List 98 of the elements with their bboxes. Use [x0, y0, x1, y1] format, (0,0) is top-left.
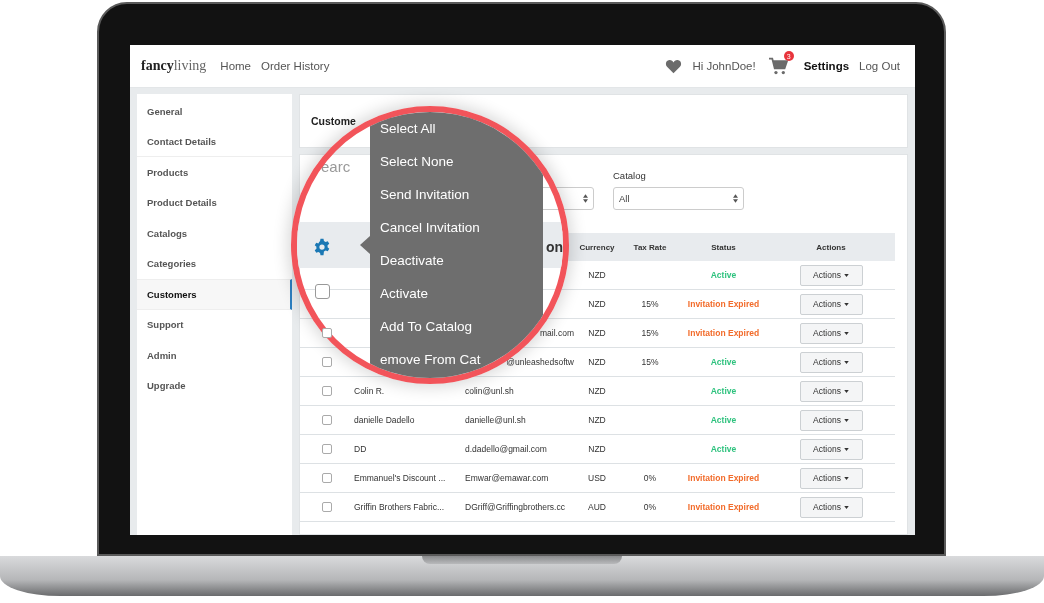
menu-item[interactable]: emove From Cat [380, 345, 481, 378]
column-header: Status [710, 242, 737, 252]
actions-button[interactable]: Actions [799, 438, 863, 460]
row-checkbox[interactable] [322, 444, 332, 454]
filter-label: Catalog [613, 170, 647, 181]
select-all-checkbox[interactable] [315, 284, 330, 299]
row-checkbox[interactable] [322, 502, 332, 512]
sidebar-item[interactable]: Products [137, 157, 292, 188]
table-cell: Colin R. [354, 386, 385, 396]
column-header: Tax Rate [632, 242, 668, 252]
actions-button[interactable]: Actions [799, 380, 863, 402]
status-text: Invitation Expired [687, 473, 760, 483]
actions-button[interactable]: Actions [799, 496, 863, 518]
status-text: Invitation Expired [687, 502, 760, 512]
sidebar-item[interactable]: Catalogs [137, 218, 292, 249]
menu-item[interactable]: Activate [380, 279, 429, 312]
row-checkbox[interactable] [322, 473, 332, 483]
greeting-text: Hi JohnDoe! [692, 60, 756, 72]
logout-link[interactable]: Log Out [859, 60, 900, 72]
row-checkbox[interactable] [322, 328, 332, 338]
menu-item[interactable]: Select None [380, 147, 454, 180]
sidebar-item[interactable]: Customers [137, 279, 292, 310]
actions-button[interactable]: Actions [799, 264, 863, 286]
table-cell: 0% [643, 502, 657, 512]
logo[interactable]: fancyliving [141, 58, 207, 74]
table-cell: NZD [588, 299, 606, 309]
sidebar-item[interactable]: Upgrade [137, 370, 292, 401]
nav-link[interactable]: Order History [261, 60, 330, 72]
caret-icon [843, 302, 849, 306]
status-text: Active [710, 386, 737, 396]
sidebar-item[interactable]: Admin [137, 340, 292, 371]
table-cell: NZD [588, 270, 606, 280]
heart-icon[interactable] [665, 58, 683, 74]
actions-button[interactable]: Actions [799, 322, 863, 344]
status-text: Active [710, 357, 737, 367]
caret-icon [843, 418, 849, 422]
status-text: Active [710, 415, 737, 425]
caret-icon [843, 360, 849, 364]
table-cell: Emwar@emawar.com [465, 473, 549, 483]
select-arrows-icon [583, 194, 588, 203]
actions-button[interactable]: Actions [799, 467, 863, 489]
sidebar-item[interactable]: Support [137, 309, 292, 340]
settings-link[interactable]: Settings [803, 60, 850, 72]
menu-item[interactable]: Send Invitation [380, 180, 470, 213]
table-cell: NZD [588, 386, 606, 396]
table-cell: Griffin Brothers Fabric... [354, 502, 445, 512]
nav-link[interactable]: Home [220, 60, 252, 72]
menu-item[interactable]: Deactivate [380, 246, 444, 279]
caret-icon [843, 476, 849, 480]
table-cell: 15% [641, 328, 659, 338]
sidebar-item[interactable]: Product Details [137, 187, 292, 218]
select-arrows-icon [733, 194, 738, 203]
actions-button[interactable]: Actions [799, 351, 863, 373]
settings-icon[interactable] [313, 238, 331, 256]
table-cell: colin@unl.sh [465, 386, 514, 396]
table-cell: AUD [588, 502, 606, 512]
cart-icon[interactable] [767, 57, 788, 75]
catalog-select[interactable]: All [613, 187, 744, 210]
table-cell: danielle@unl.sh [465, 415, 526, 425]
status-text: Invitation Expired [687, 299, 760, 309]
table-cell: NZD [588, 357, 606, 367]
caret-icon [843, 505, 849, 509]
page-title: Custome [311, 115, 356, 127]
table-cell: DGriff@Griffingbrothers.cc [465, 502, 565, 512]
caret-icon [843, 447, 849, 451]
table-cell: NZD [588, 328, 606, 338]
column-header: Actions [815, 242, 847, 252]
sidebar-item[interactable]: Contact Details [137, 126, 292, 157]
row-checkbox[interactable] [322, 386, 332, 396]
status-text: Invitation Expired [687, 328, 760, 338]
table-cell: mail.com [540, 328, 574, 338]
status-text: Active [710, 270, 737, 280]
menu-item[interactable]: Select All [380, 114, 436, 147]
table-cell: USD [588, 473, 606, 483]
table-cell: DD [354, 444, 367, 454]
sidebar-item[interactable]: General [137, 96, 292, 127]
menu-item[interactable]: Add To Catalog [380, 312, 473, 345]
caret-icon [843, 273, 849, 277]
table-cell: @unleashedsoftw [506, 357, 574, 367]
table-cell: 15% [641, 357, 659, 367]
row-checkbox[interactable] [322, 415, 332, 425]
actions-button[interactable]: Actions [799, 409, 863, 431]
table-cell: 15% [641, 299, 659, 309]
table-cell: NZD [588, 444, 606, 454]
table-cell: 0% [643, 473, 657, 483]
table-cell: d.dadello@gmail.com [465, 444, 547, 454]
actions-button[interactable]: Actions [799, 293, 863, 315]
table-cell: danielle Dadello [354, 415, 415, 425]
status-text: Active [710, 444, 737, 454]
caret-icon [843, 331, 849, 335]
column-header: Currency [578, 242, 616, 252]
table-cell: NZD [588, 415, 606, 425]
column-header: on [546, 238, 563, 256]
table-cell: Emmanuel's Discount ... [354, 473, 446, 483]
sidebar-item[interactable]: Categories [137, 248, 292, 279]
menu-item[interactable]: Cancel Invitation [380, 213, 480, 246]
caret-icon [843, 389, 849, 393]
row-checkbox[interactable] [322, 357, 332, 367]
